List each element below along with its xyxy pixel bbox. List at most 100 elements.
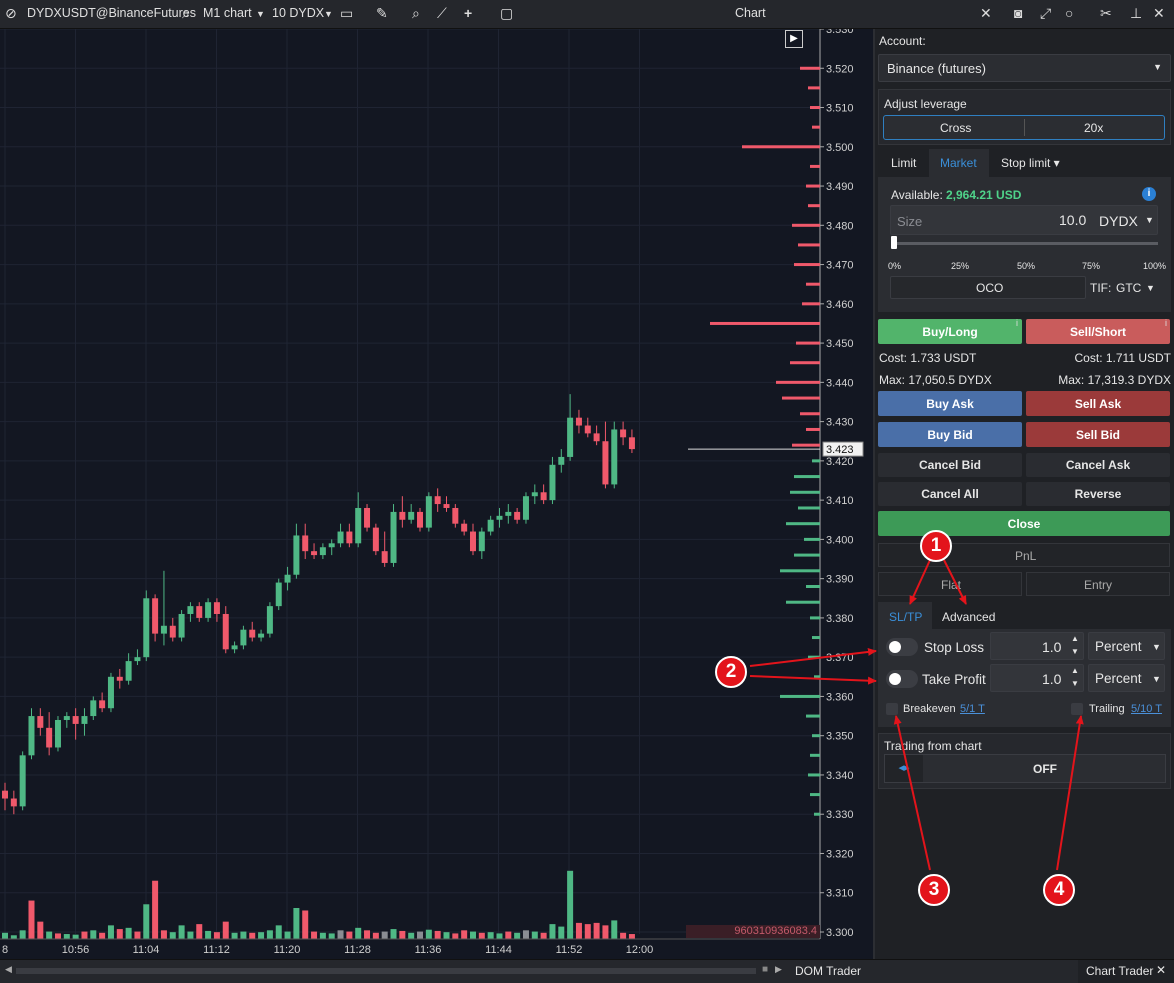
chart-type-icon[interactable]: ▭ [340,5,353,22]
indicators-icon[interactable]: ⟋ [437,5,447,22]
breakeven-checkbox[interactable] [886,703,898,715]
scroll-right-icon[interactable]: ▶ [775,964,782,975]
tab-limit[interactable]: Limit [891,156,916,170]
volume-bar [567,870,574,939]
tools-icon[interactable]: ✂ [1100,5,1112,22]
tab-market[interactable]: Market [929,149,989,177]
info-icon[interactable]: i [1142,187,1156,201]
size-input[interactable]: Size 10.0 DYDX ▼ [890,205,1158,235]
cancel-all-button[interactable]: Cancel All [878,482,1022,506]
annotation-badge-1: 1 [920,530,952,562]
chart-trader-panel: Account: Binance (futures) ▼ Adjust leve… [873,29,1174,959]
scroll-to-end-icon[interactable]: ▶ [785,30,803,48]
fullscreen-icon[interactable]: ⤢ [1040,5,1051,22]
tab-stop-limit[interactable]: Stop limit ▾ [1001,156,1060,170]
volume-bar [496,933,503,939]
oco-button[interactable]: OCO [890,276,1086,299]
tab-advanced[interactable]: Advanced [942,610,995,624]
chevron-down-icon[interactable]: ▼ [1145,215,1154,225]
chevron-down-icon[interactable]: ▼ [1146,283,1155,293]
price-chart[interactable]: 3.530 3.520 3.510 3.500 3.490 3.480 3.470 3.460… [0,29,873,959]
layout-icon[interactable]: ▢ [500,5,513,22]
volume-bar [628,934,635,939]
horizontal-scrollbar[interactable] [16,968,756,974]
info-icon[interactable]: i [1016,318,1018,328]
take-profit-toggle[interactable] [886,670,918,688]
tab-chart-trader[interactable]: Chart Trader ✕ [1078,960,1174,983]
trading-from-chart-toggle[interactable]: ◂▸ OFF [884,754,1166,783]
chevron-down-icon[interactable]: ▼ [256,9,265,19]
size-unit-dropdown[interactable]: DYDX [1099,213,1138,229]
price-tick-label: 3.500 [826,142,854,154]
leverage-control[interactable]: Cross 20x [883,115,1165,140]
sell-bid-button[interactable]: Sell Bid [1026,422,1170,447]
camera-icon[interactable]: ◙ [1014,5,1022,21]
stop-loss-toggle[interactable] [886,638,918,656]
tab-dom-trader[interactable]: DOM Trader [795,964,861,978]
size-slider-handle[interactable] [891,236,897,249]
candle [628,437,635,450]
candle [461,523,468,532]
volume-bar [196,924,203,939]
buy-ask-button[interactable]: Buy Ask [878,391,1022,416]
volume-bar [452,933,459,939]
buy-bid-button[interactable]: Buy Bid [878,422,1022,447]
time-tick-label: 10:56 [62,944,90,956]
time-tick-label: 11:20 [274,944,301,956]
zoom-icon[interactable]: ⌕ [412,5,420,22]
symbol-selector[interactable]: DYDXUSDT@BinanceFutures [27,6,196,20]
volume-bar [602,925,609,939]
candle [37,716,44,728]
crosshair-icon[interactable]: ✕ [980,5,992,22]
stepper-up-icon[interactable]: ▲ [1071,634,1079,643]
stepper-down-icon[interactable]: ▼ [1071,679,1079,688]
scrollbar-end-icon[interactable]: ■ [762,964,768,975]
timeframe-selector[interactable]: M1 chart [203,6,252,20]
margin-mode-button[interactable]: Cross [940,121,971,135]
entry-button[interactable]: Entry [1026,572,1170,596]
volume-bar [205,930,212,939]
stop-loss-input[interactable]: 1.0 ▲ ▼ [990,632,1084,660]
trading-from-chart-section: Trading from chart ◂▸ OFF [878,733,1171,789]
sell-ask-button[interactable]: Sell Ask [1026,391,1170,416]
candle [284,574,291,583]
sell-short-label: Sell/Short [1069,324,1126,339]
sell-ask-label: Sell Ask [1074,396,1122,411]
take-profit-input[interactable]: 1.0 ▲ ▼ [990,664,1084,692]
search-icon[interactable]: ⌕ [182,5,190,22]
tif-dropdown[interactable]: GTC [1116,281,1141,295]
add-icon[interactable]: + [464,5,472,21]
info-icon[interactable]: i [1165,318,1167,328]
volume-profile-bar [790,361,820,365]
pin-icon[interactable]: ⊥ [1130,5,1142,22]
leverage-value-button[interactable]: 20x [1084,121,1103,135]
trailing-checkbox[interactable] [1071,703,1083,715]
sell-short-button[interactable]: Sell/Short [1026,319,1170,344]
volume-profile-bar [794,263,820,267]
chart-canvas[interactable]: 3.530 3.520 3.510 3.500 3.490 3.480 3.470 3.460… [0,29,873,959]
scroll-left-icon[interactable]: ◀ [5,964,12,975]
breakeven-settings-link[interactable]: 5/1 T [960,703,985,715]
reverse-button[interactable]: Reverse [1026,482,1170,506]
volume-selector[interactable]: 10 DYDX [272,6,324,20]
stepper-up-icon[interactable]: ▲ [1071,666,1079,675]
size-slider-track[interactable] [893,242,1158,245]
close-icon[interactable]: ✕ [1153,5,1165,22]
volume-profile-bar [808,773,820,777]
theme-circle-icon[interactable]: ○ [1065,5,1073,21]
cancel-ask-button[interactable]: Cancel Ask [1026,453,1170,477]
account-dropdown[interactable]: Binance (futures) ▼ [878,54,1171,82]
draw-pencil-icon[interactable]: ✎ [376,5,388,22]
stepper-down-icon[interactable]: ▼ [1071,647,1079,656]
take-profit-unit-dropdown[interactable]: Percent ▼ [1088,664,1165,692]
close-position-button[interactable]: Close [878,511,1170,536]
buy-long-button[interactable]: Buy/Long [878,319,1022,344]
stop-loss-unit-dropdown[interactable]: Percent ▼ [1088,632,1165,660]
cancel-bid-button[interactable]: Cancel Bid [878,453,1022,477]
close-icon[interactable]: ✕ [1156,963,1166,977]
tab-sl-tp[interactable]: SL/TP [878,602,932,629]
flat-button[interactable]: Flat [878,572,1022,596]
volume-bar [54,933,61,939]
trailing-settings-link[interactable]: 5/10 T [1131,703,1162,715]
chevron-down-icon[interactable]: ▼ [324,9,333,19]
